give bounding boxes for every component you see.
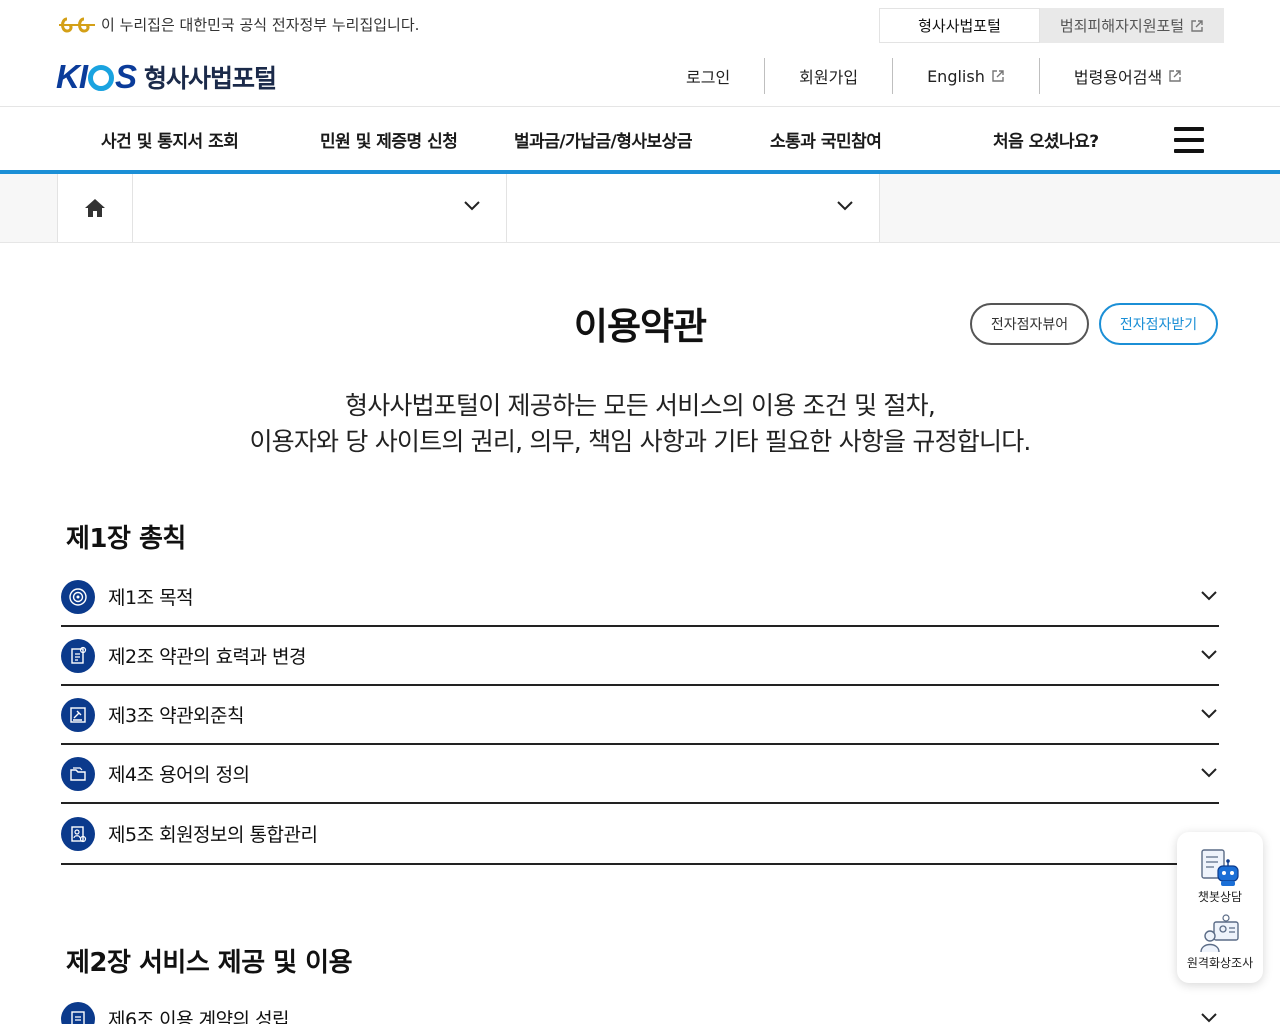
main-navigation: 사건 및 통지서 조회 민원 및 제증명 신청 벌과금/가납금/형사보상금 소통… [0,107,1280,171]
chevron-down-icon [464,201,480,211]
gov-emblem-icon [59,17,95,33]
breadcrumb-home[interactable] [57,174,133,242]
article-label: 제6조 이용 계약의 성립 [108,1009,290,1024]
home-icon [85,199,105,217]
english-link[interactable]: English [892,58,1039,94]
article-accordion[interactable]: 제6조 이용 계약의 성립 [61,990,1219,1024]
gov-notice: 이 누리집은 대한민국 공식 전자정부 누리집입니다. [57,14,419,35]
logo-ring-icon [88,65,114,91]
logo-mark: KI S [56,58,137,95]
gnb-case-inquiry[interactable]: 사건 및 통지서 조회 [101,107,239,171]
remote-video-label: 원격화상조사 [1186,956,1254,970]
target-icon [61,579,95,614]
article-label: 제3조 약관외준칙 [108,705,245,727]
page-intro: 형사사법포털이 제공하는 모든 서비스의 이용 조건 및 절차, 이용자와 당 … [0,388,1280,460]
braille-viewer-button[interactable]: 전자점자뷰어 [970,303,1089,345]
menu-hamburger-icon[interactable] [1174,127,1204,153]
signup-link[interactable]: 회원가입 [764,58,892,94]
chapter-title: 제1장 총칙 [66,524,186,554]
signup-label: 회원가입 [799,68,859,87]
gnb-civil-petition[interactable]: 민원 및 제증명 신청 [320,107,458,171]
article-label: 제4조 용어의 정의 [108,764,250,786]
document-icon [61,1001,95,1024]
chevron-down-icon [1201,709,1217,719]
chatbot-label: 챗봇상담 [1197,890,1243,904]
gnb-participation[interactable]: 소통과 국민참여 [770,107,882,171]
breadcrumb-depth2-select[interactable] [507,174,880,242]
chevron-down-icon [1201,1013,1217,1023]
login-label: 로그인 [686,68,731,87]
intro-line-2: 이용자와 당 사이트의 권리, 의무, 책임 사항과 기타 필요한 사항을 규정… [249,427,1031,456]
article-accordion[interactable]: 제3조 약관외준칙 [61,686,1219,745]
portal-tabs: 형사사법포털 범죄피해자지원포털 [879,8,1224,43]
breadcrumb [0,174,1280,243]
article-accordion[interactable]: 제2조 약관의 효력과 변경 [61,627,1219,686]
chevron-down-icon [1201,768,1217,778]
chevron-down-icon [837,201,853,211]
gnb-fines[interactable]: 벌과금/가납금/형사보상금 [514,107,692,171]
gnb-first-visit[interactable]: 처음 오셨나요? [993,107,1099,171]
chevron-down-icon [1201,650,1217,660]
article-accordion[interactable]: 제5조 회원정보의 통합관리 [61,804,1219,865]
gov-notice-text: 이 누리집은 대한민국 공식 전자정부 누리집입니다. [101,16,420,34]
article-label: 제1조 목적 [108,587,194,609]
gavel-icon [61,697,95,732]
remote-video-investigation-button[interactable]: 원격화상조사 [1177,914,1263,971]
video-conference-icon [1200,914,1239,953]
tab-label: 형사사법포털 [918,17,1001,35]
english-label: English [927,66,985,86]
logo-text: 형사사법포털 [144,64,277,93]
login-link[interactable]: 로그인 [652,58,764,94]
utility-links: 로그인 회원가입 English 법령용어검색 [652,58,1280,94]
chatbot-robot-icon [1201,849,1239,886]
folder-icon [61,756,95,791]
article-label: 제5조 회원정보의 통합관리 [108,824,318,846]
article-accordion[interactable]: 제1조 목적 [61,568,1219,627]
article-label: 제2조 약관의 효력과 변경 [108,646,307,668]
legal-terms-search-link[interactable]: 법령용어검색 [1038,58,1216,94]
breadcrumb-depth1-select[interactable] [133,174,507,242]
site-logo[interactable]: KI S 형사사법포털 [56,58,277,96]
external-link-icon [992,70,1004,82]
tab-label: 범죄피해자지원포털 [1059,17,1185,35]
floating-quick-menu: 챗봇상담 원격화상조사 [1177,832,1263,983]
chapter-title: 제2장 서비스 제공 및 이용 [66,948,353,978]
user-document-icon [61,816,95,851]
tab-victim-support-portal[interactable]: 범죄피해자지원포털 [1040,8,1224,43]
chevron-down-icon [1201,591,1217,601]
intro-line-1: 형사사법포털이 제공하는 모든 서비스의 이용 조건 및 절차, [345,391,936,420]
external-link-icon [1169,70,1181,82]
tab-criminal-justice-portal[interactable]: 형사사법포털 [879,8,1040,43]
braille-download-button[interactable]: 전자점자받기 [1099,303,1218,345]
chatbot-consult-button[interactable]: 챗봇상담 [1177,848,1263,905]
external-link-icon [1191,19,1203,32]
article-accordion[interactable]: 제4조 용어의 정의 [61,745,1219,804]
legal-terms-label: 법령용어검색 [1073,68,1163,87]
document-edit-icon [61,638,95,673]
